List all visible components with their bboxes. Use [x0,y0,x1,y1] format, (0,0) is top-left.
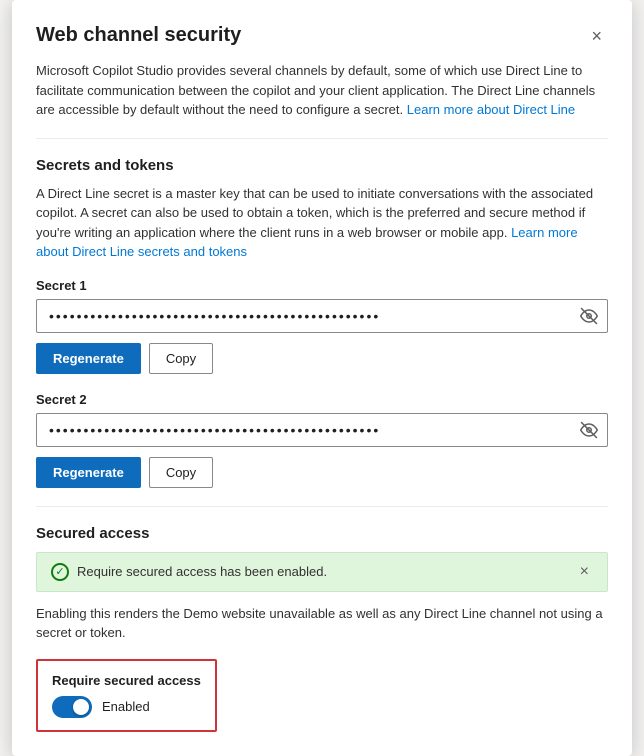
secret2-field-wrapper [36,413,608,447]
secret1-actions: Regenerate Copy [36,343,608,374]
secret2-label: Secret 2 [36,392,608,407]
check-circle-icon: ✓ [51,563,69,581]
secret1-input[interactable] [36,299,608,333]
secret1-copy-button[interactable]: Copy [149,343,213,374]
secrets-description: A Direct Line secret is a master key tha… [36,184,608,262]
dismiss-banner-button[interactable]: × [576,563,593,581]
warning-text: Enabling this renders the Demo website u… [36,604,608,643]
secret1-toggle-visibility-button[interactable] [578,305,600,327]
success-banner: ✓ Require secured access has been enable… [36,552,608,592]
secret2-regenerate-button[interactable]: Regenerate [36,457,141,488]
success-banner-text: Require secured access has been enabled. [77,564,327,579]
secret1-regenerate-button[interactable]: Regenerate [36,343,141,374]
secret1-label: Secret 1 [36,278,608,293]
dialog-title: Web channel security [36,24,241,47]
toggle-row: Enabled [52,696,201,718]
divider-1 [36,138,608,139]
dialog-header: Web channel security × [36,24,608,47]
secret2-copy-button[interactable]: Copy [149,457,213,488]
web-channel-security-dialog: Web channel security × Microsoft Copilot… [12,0,632,756]
close-button[interactable]: × [585,25,608,47]
divider-2 [36,506,608,507]
toggle-state-text: Enabled [102,699,150,714]
intro-text: Microsoft Copilot Studio provides severa… [36,61,608,120]
learn-more-direct-line-link[interactable]: Learn more about Direct Line [407,102,575,117]
success-banner-content: ✓ Require secured access has been enable… [51,563,327,581]
require-secured-access-toggle[interactable] [52,696,92,718]
secured-access-title: Secured access [36,525,608,542]
require-secured-access-section: Require secured access Enabled [36,659,217,732]
secret1-field-wrapper [36,299,608,333]
secrets-section-title: Secrets and tokens [36,157,608,174]
eye-icon [580,307,598,325]
toggle-label: Require secured access [52,673,201,688]
eye-icon [580,421,598,439]
toggle-thumb [73,699,89,715]
secret2-toggle-visibility-button[interactable] [578,419,600,441]
secret2-actions: Regenerate Copy [36,457,608,488]
secret2-input[interactable] [36,413,608,447]
